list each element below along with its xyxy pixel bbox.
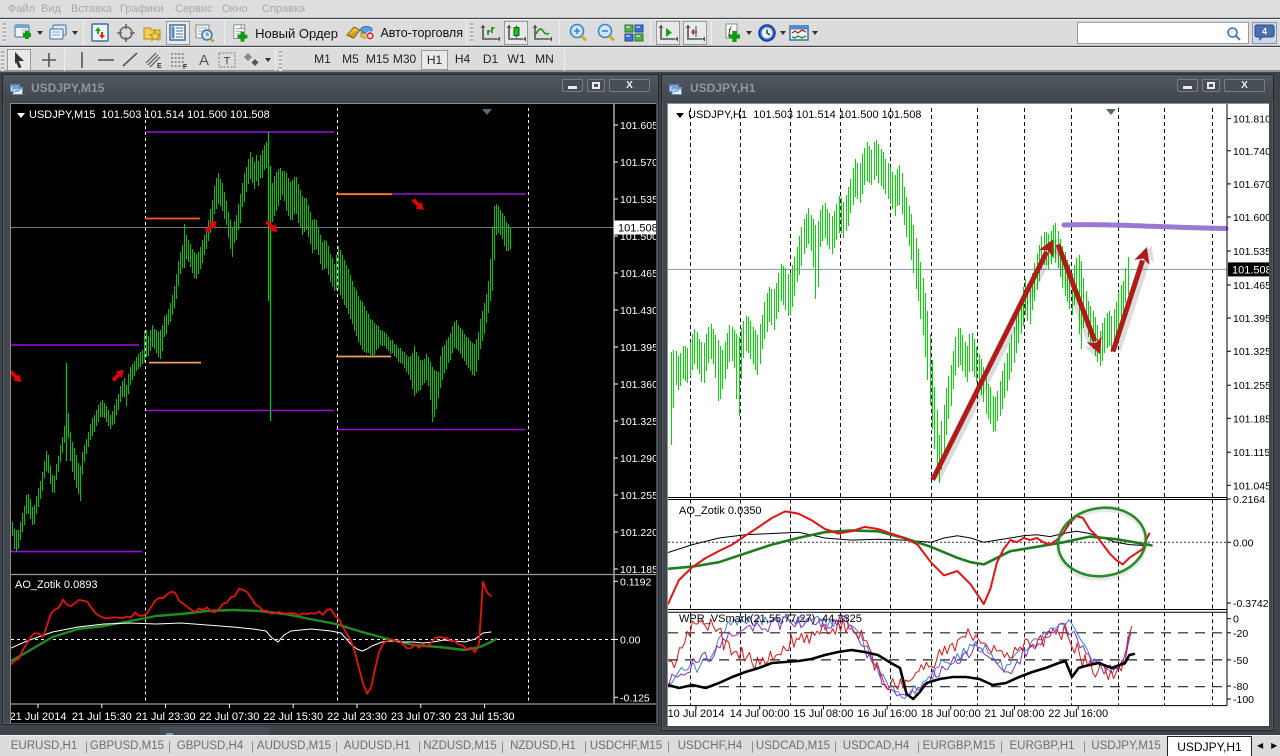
svg-text:0.1192: 0.1192 bbox=[620, 576, 651, 588]
svg-text:101.185: 101.185 bbox=[620, 564, 656, 576]
svg-text:-80: -80 bbox=[1233, 681, 1248, 693]
svg-text:21 Jul 2014: 21 Jul 2014 bbox=[11, 711, 66, 723]
svg-text:-50: -50 bbox=[1233, 655, 1248, 667]
svg-text:101.220: 101.220 bbox=[620, 527, 656, 539]
svg-text:USDJPY,M15 101.503 101.514 10: USDJPY,M15 101.503 101.514 101.500 101.5… bbox=[29, 109, 270, 121]
svg-text:101.395: 101.395 bbox=[620, 342, 656, 354]
svg-text:101.430: 101.430 bbox=[620, 305, 656, 317]
svg-text:-0.125: -0.125 bbox=[620, 692, 650, 704]
svg-text:101.255: 101.255 bbox=[1233, 380, 1269, 392]
svg-text:4: 4 bbox=[1261, 27, 1266, 37]
svg-text:101.508: 101.508 bbox=[618, 223, 656, 235]
svg-text:AO_Zotik 0.0893: AO_Zotik 0.0893 bbox=[15, 579, 98, 591]
svg-text:0: 0 bbox=[1233, 614, 1239, 626]
svg-text:-100: -100 bbox=[1233, 694, 1254, 706]
svg-text:-20: -20 bbox=[1233, 628, 1248, 640]
svg-text:0.00: 0.00 bbox=[620, 635, 641, 647]
svg-text:101.185: 101.185 bbox=[1233, 413, 1269, 425]
svg-text:15 Jul 08:00: 15 Jul 08:00 bbox=[793, 708, 853, 720]
svg-text:AO_Zotik 0.0350: AO_Zotik 0.0350 bbox=[679, 505, 762, 517]
svg-text:16 Jul 16:00: 16 Jul 16:00 bbox=[857, 708, 917, 720]
svg-text:101.740: 101.740 bbox=[1233, 146, 1269, 158]
svg-text:E: E bbox=[157, 63, 162, 70]
svg-text:101.465: 101.465 bbox=[620, 268, 656, 280]
svg-text:101.535: 101.535 bbox=[620, 194, 656, 206]
svg-text:USDJPY,H1 101.503 101.514 101: USDJPY,H1 101.503 101.514 101.500 101.50… bbox=[688, 109, 921, 121]
svg-text:101.325: 101.325 bbox=[1233, 346, 1269, 358]
svg-text:101.325: 101.325 bbox=[620, 416, 656, 428]
svg-text:F: F bbox=[183, 64, 188, 70]
svg-text:-0.3742: -0.3742 bbox=[1233, 598, 1269, 610]
svg-text:18 Jul 00:00: 18 Jul 00:00 bbox=[921, 708, 981, 720]
svg-text:101.465: 101.465 bbox=[1233, 280, 1269, 292]
svg-text:101.605: 101.605 bbox=[620, 120, 656, 132]
svg-text:10 Jul 2014: 10 Jul 2014 bbox=[668, 708, 724, 720]
svg-text:22 Jul 07:30: 22 Jul 07:30 bbox=[199, 711, 259, 723]
svg-text:101.600: 101.600 bbox=[1233, 212, 1269, 224]
svg-text:22 Jul 16:00: 22 Jul 16:00 bbox=[1048, 708, 1108, 720]
svg-text:22 Jul 23:30: 22 Jul 23:30 bbox=[327, 711, 387, 723]
svg-text:101.045: 101.045 bbox=[1233, 480, 1269, 492]
svg-text:T: T bbox=[224, 56, 231, 68]
svg-text:23 Jul 15:30: 23 Jul 15:30 bbox=[455, 711, 515, 723]
svg-text:101.535: 101.535 bbox=[1233, 246, 1269, 258]
svg-text:101.360: 101.360 bbox=[620, 379, 656, 391]
svg-text:101.508: 101.508 bbox=[1232, 264, 1269, 276]
svg-text:0.00: 0.00 bbox=[1233, 537, 1254, 549]
svg-text:21 Jul 08:00: 21 Jul 08:00 bbox=[985, 708, 1045, 720]
svg-text:21 Jul 23:30: 21 Jul 23:30 bbox=[136, 711, 196, 723]
svg-text:101.810: 101.810 bbox=[1233, 114, 1269, 126]
svg-text:101.570: 101.570 bbox=[620, 157, 656, 169]
svg-text:0.2164: 0.2164 bbox=[1233, 494, 1265, 506]
svg-text:21 Jul 15:30: 21 Jul 15:30 bbox=[72, 711, 132, 723]
svg-text:101.290: 101.290 bbox=[620, 453, 656, 465]
svg-text:101.670: 101.670 bbox=[1233, 179, 1269, 191]
svg-text:22 Jul 15:30: 22 Jul 15:30 bbox=[263, 711, 323, 723]
svg-text:101.395: 101.395 bbox=[1233, 313, 1269, 325]
svg-text:101.115: 101.115 bbox=[1233, 447, 1269, 459]
svg-text:101.255: 101.255 bbox=[620, 490, 656, 502]
svg-text:14 Jul 00:00: 14 Jul 00:00 bbox=[730, 708, 790, 720]
svg-text:23 Jul 07:30: 23 Jul 07:30 bbox=[391, 711, 451, 723]
svg-text:WPR_VSmark(21,55,77,27) -44.33: WPR_VSmark(21,55,77,27) -44.3325 bbox=[679, 613, 862, 625]
svg-text:A: A bbox=[199, 52, 209, 69]
